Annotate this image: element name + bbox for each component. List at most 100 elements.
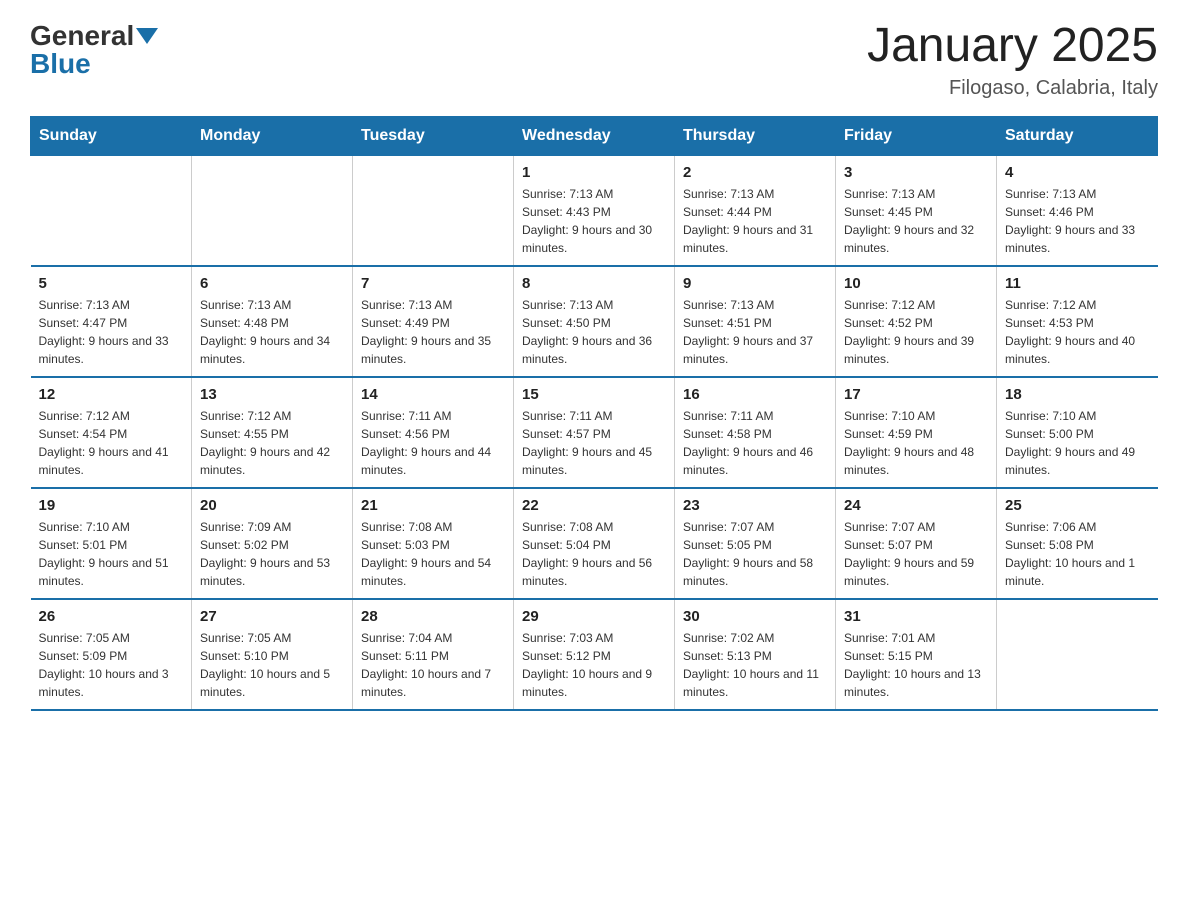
calendar-cell: 8 Sunrise: 7:13 AM Sunset: 4:50 PM Daylig… (514, 266, 675, 377)
day-number: 5 (39, 275, 184, 292)
day-info: Sunrise: 7:13 AM Sunset: 4:50 PM Dayligh… (522, 296, 666, 368)
day-number: 17 (844, 386, 988, 403)
header-friday: Friday (836, 116, 997, 155)
calendar-cell (353, 155, 514, 266)
calendar-subtitle: Filogaso, Calabria, Italy (867, 77, 1158, 100)
day-info: Sunrise: 7:11 AM Sunset: 4:58 PM Dayligh… (683, 407, 827, 479)
day-info: Sunrise: 7:01 AM Sunset: 5:15 PM Dayligh… (844, 629, 988, 701)
calendar-cell: 19 Sunrise: 7:10 AM Sunset: 5:01 PM Dayli… (31, 488, 192, 599)
day-info: Sunrise: 7:08 AM Sunset: 5:04 PM Dayligh… (522, 518, 666, 590)
calendar-cell: 30Sunrise: 7:02 AM Sunset: 5:13 PM Dayli… (675, 599, 836, 710)
calendar-cell: 7 Sunrise: 7:13 AM Sunset: 4:49 PM Daylig… (353, 266, 514, 377)
day-number: 20 (200, 497, 344, 514)
day-number: 28 (361, 608, 505, 625)
day-info: Sunrise: 7:11 AM Sunset: 4:57 PM Dayligh… (522, 407, 666, 479)
day-number: 24 (844, 497, 988, 514)
day-info: Sunrise: 7:05 AM Sunset: 5:10 PM Dayligh… (200, 629, 344, 701)
calendar-cell: 6Sunrise: 7:13 AM Sunset: 4:48 PM Daylig… (192, 266, 353, 377)
day-info: Sunrise: 7:07 AM Sunset: 5:07 PM Dayligh… (844, 518, 988, 590)
day-info: Sunrise: 7:13 AM Sunset: 4:51 PM Dayligh… (683, 296, 827, 368)
calendar-cell: 21 Sunrise: 7:08 AM Sunset: 5:03 PM Dayli… (353, 488, 514, 599)
day-info: Sunrise: 7:09 AM Sunset: 5:02 PM Dayligh… (200, 518, 344, 590)
day-number: 29 (522, 608, 666, 625)
day-number: 9 (683, 275, 827, 292)
page-header: General Blue January 2025 Filogaso, Cala… (30, 20, 1158, 100)
day-number: 6 (200, 275, 344, 292)
header-thursday: Thursday (675, 116, 836, 155)
calendar-week-row: 26Sunrise: 7:05 AM Sunset: 5:09 PM Dayli… (31, 599, 1158, 710)
title-area: January 2025 Filogaso, Calabria, Italy (867, 20, 1158, 100)
day-info: Sunrise: 7:13 AM Sunset: 4:46 PM Dayligh… (1005, 185, 1150, 257)
calendar-cell: 15 Sunrise: 7:11 AM Sunset: 4:57 PM Dayli… (514, 377, 675, 488)
header-sunday: Sunday (31, 116, 192, 155)
calendar-cell (997, 599, 1158, 710)
day-info: Sunrise: 7:13 AM Sunset: 4:49 PM Dayligh… (361, 296, 505, 368)
day-info: Sunrise: 7:12 AM Sunset: 4:52 PM Dayligh… (844, 296, 988, 368)
calendar-cell: 4 Sunrise: 7:13 AM Sunset: 4:46 PM Daylig… (997, 155, 1158, 266)
header-saturday: Saturday (997, 116, 1158, 155)
calendar-cell: 12Sunrise: 7:12 AM Sunset: 4:54 PM Dayli… (31, 377, 192, 488)
calendar-title: January 2025 (867, 20, 1158, 73)
logo: General Blue (30, 20, 158, 80)
day-info: Sunrise: 7:04 AM Sunset: 5:11 PM Dayligh… (361, 629, 505, 701)
calendar-table: SundayMondayTuesdayWednesdayThursdayFrid… (30, 116, 1158, 711)
day-info: Sunrise: 7:13 AM Sunset: 4:45 PM Dayligh… (844, 185, 988, 257)
day-number: 14 (361, 386, 505, 403)
day-number: 22 (522, 497, 666, 514)
header-monday: Monday (192, 116, 353, 155)
calendar-cell: 31 Sunrise: 7:01 AM Sunset: 5:15 PM Dayli… (836, 599, 997, 710)
day-number: 23 (683, 497, 827, 514)
day-info: Sunrise: 7:07 AM Sunset: 5:05 PM Dayligh… (683, 518, 827, 590)
calendar-cell: 1Sunrise: 7:13 AM Sunset: 4:43 PM Daylig… (514, 155, 675, 266)
day-number: 21 (361, 497, 505, 514)
day-number: 13 (200, 386, 344, 403)
calendar-cell: 16 Sunrise: 7:11 AM Sunset: 4:58 PM Dayli… (675, 377, 836, 488)
day-info: Sunrise: 7:06 AM Sunset: 5:08 PM Dayligh… (1005, 518, 1150, 590)
day-info: Sunrise: 7:10 AM Sunset: 5:00 PM Dayligh… (1005, 407, 1150, 479)
calendar-cell: 22 Sunrise: 7:08 AM Sunset: 5:04 PM Dayli… (514, 488, 675, 599)
day-info: Sunrise: 7:10 AM Sunset: 5:01 PM Dayligh… (39, 518, 184, 590)
day-number: 10 (844, 275, 988, 292)
day-info: Sunrise: 7:08 AM Sunset: 5:03 PM Dayligh… (361, 518, 505, 590)
day-number: 15 (522, 386, 666, 403)
calendar-header-row: SundayMondayTuesdayWednesdayThursdayFrid… (31, 116, 1158, 155)
calendar-cell: 26Sunrise: 7:05 AM Sunset: 5:09 PM Dayli… (31, 599, 192, 710)
calendar-cell: 2Sunrise: 7:13 AM Sunset: 4:44 PM Daylig… (675, 155, 836, 266)
header-wednesday: Wednesday (514, 116, 675, 155)
day-info: Sunrise: 7:11 AM Sunset: 4:56 PM Dayligh… (361, 407, 505, 479)
logo-blue: Blue (30, 48, 158, 80)
calendar-cell: 20 Sunrise: 7:09 AM Sunset: 5:02 PM Dayli… (192, 488, 353, 599)
day-number: 19 (39, 497, 184, 514)
calendar-cell (192, 155, 353, 266)
day-number: 7 (361, 275, 505, 292)
day-number: 2 (683, 164, 827, 181)
calendar-cell: 10 Sunrise: 7:12 AM Sunset: 4:52 PM Dayli… (836, 266, 997, 377)
day-number: 3 (844, 164, 988, 181)
day-info: Sunrise: 7:12 AM Sunset: 4:55 PM Dayligh… (200, 407, 344, 479)
day-info: Sunrise: 7:10 AM Sunset: 4:59 PM Dayligh… (844, 407, 988, 479)
calendar-cell: 28 Sunrise: 7:04 AM Sunset: 5:11 PM Dayli… (353, 599, 514, 710)
calendar-cell: 29Sunrise: 7:03 AM Sunset: 5:12 PM Dayli… (514, 599, 675, 710)
calendar-cell: 25 Sunrise: 7:06 AM Sunset: 5:08 PM Dayli… (997, 488, 1158, 599)
day-info: Sunrise: 7:05 AM Sunset: 5:09 PM Dayligh… (39, 629, 184, 701)
logo-triangle-icon (136, 28, 158, 44)
calendar-week-row: 12Sunrise: 7:12 AM Sunset: 4:54 PM Dayli… (31, 377, 1158, 488)
day-info: Sunrise: 7:13 AM Sunset: 4:43 PM Dayligh… (522, 185, 666, 257)
day-number: 31 (844, 608, 988, 625)
day-number: 8 (522, 275, 666, 292)
day-info: Sunrise: 7:13 AM Sunset: 4:47 PM Dayligh… (39, 296, 184, 368)
calendar-week-row: 5 Sunrise: 7:13 AM Sunset: 4:47 PM Daylig… (31, 266, 1158, 377)
day-number: 25 (1005, 497, 1150, 514)
calendar-cell: 24 Sunrise: 7:07 AM Sunset: 5:07 PM Dayli… (836, 488, 997, 599)
calendar-cell: 9 Sunrise: 7:13 AM Sunset: 4:51 PM Daylig… (675, 266, 836, 377)
day-number: 18 (1005, 386, 1150, 403)
calendar-cell: 14 Sunrise: 7:11 AM Sunset: 4:56 PM Dayli… (353, 377, 514, 488)
calendar-cell: 17 Sunrise: 7:10 AM Sunset: 4:59 PM Dayli… (836, 377, 997, 488)
calendar-cell (31, 155, 192, 266)
day-info: Sunrise: 7:12 AM Sunset: 4:53 PM Dayligh… (1005, 296, 1150, 368)
calendar-cell: 23 Sunrise: 7:07 AM Sunset: 5:05 PM Dayli… (675, 488, 836, 599)
day-number: 4 (1005, 164, 1150, 181)
day-number: 16 (683, 386, 827, 403)
calendar-cell: 27Sunrise: 7:05 AM Sunset: 5:10 PM Dayli… (192, 599, 353, 710)
calendar-cell: 13 Sunrise: 7:12 AM Sunset: 4:55 PM Dayli… (192, 377, 353, 488)
